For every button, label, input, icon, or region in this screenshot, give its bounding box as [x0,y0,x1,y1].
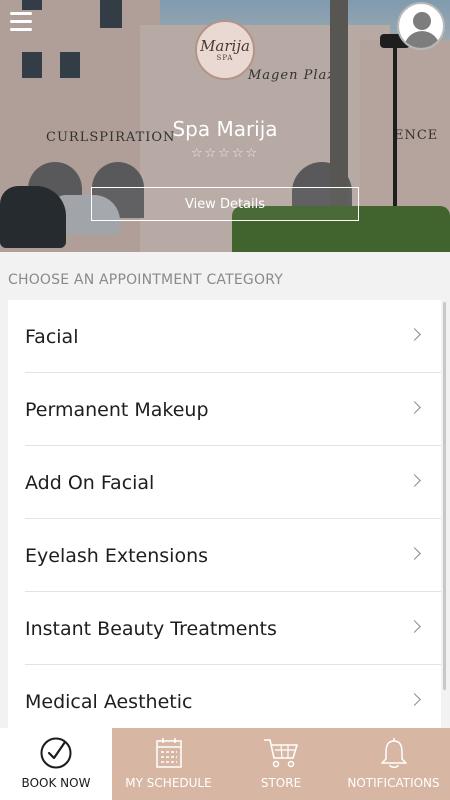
bottom-navigation: BOOK NOW MY SCHEDULE STORE NOTIFICATIONS [0,728,450,800]
chevron-right-icon [408,328,421,341]
bell-icon [380,736,408,770]
scrollbar[interactable] [443,302,446,690]
nav-label: BOOK NOW [21,776,91,790]
category-label: Add On Facial [25,471,155,494]
chevron-right-icon [408,401,421,414]
nav-label: STORE [260,776,302,790]
view-details-button[interactable]: View Details [91,187,359,221]
category-label: Instant Beauty Treatments [25,617,277,640]
rating-stars-icon: ☆☆☆☆☆ [190,146,260,161]
nav-store[interactable]: STORE [225,728,337,800]
check-circle-icon [39,736,73,770]
chevron-right-icon [408,620,421,633]
category-item-permanent-makeup[interactable]: Permanent Makeup [8,373,441,446]
category-list: Facial Permanent Makeup Add On Facial Ey… [8,300,441,730]
chevron-right-icon [408,547,421,560]
category-item-facial[interactable]: Facial [8,300,441,373]
logo-text: Marija [200,36,250,55]
nav-label: MY SCHEDULE [125,776,212,790]
calendar-icon [155,736,183,770]
category-item-instant-beauty-treatments[interactable]: Instant Beauty Treatments [8,592,441,665]
category-label: Permanent Makeup [25,398,209,421]
nav-my-schedule[interactable]: MY SCHEDULE [112,728,225,800]
chevron-right-icon [408,474,421,487]
logo-subtext: SPA [216,53,234,62]
chevron-right-icon [408,693,421,706]
spa-logo: Marija SPA [195,20,255,80]
profile-avatar-icon[interactable] [397,2,445,50]
category-item-medical-aesthetic[interactable]: Medical Aesthetic [8,665,441,730]
nav-book-now[interactable]: BOOK NOW [0,728,112,800]
category-label: Facial [25,325,79,348]
nav-label: NOTIFICATIONS [347,776,440,790]
hero-banner: CURLSPIRATION Magen Plaza ENCE Marija SP… [0,0,450,252]
section-title: CHOOSE AN APPOINTMENT CATEGORY [8,272,283,288]
spa-name: Spa Marija [172,117,278,141]
category-label: Eyelash Extensions [25,544,209,567]
category-item-add-on-facial[interactable]: Add On Facial [8,446,441,519]
hamburger-menu-icon[interactable] [10,12,32,32]
category-item-eyelash-extensions[interactable]: Eyelash Extensions [8,519,441,592]
cart-icon [263,736,299,770]
category-label: Medical Aesthetic [25,690,193,713]
nav-notifications[interactable]: NOTIFICATIONS [337,728,450,800]
